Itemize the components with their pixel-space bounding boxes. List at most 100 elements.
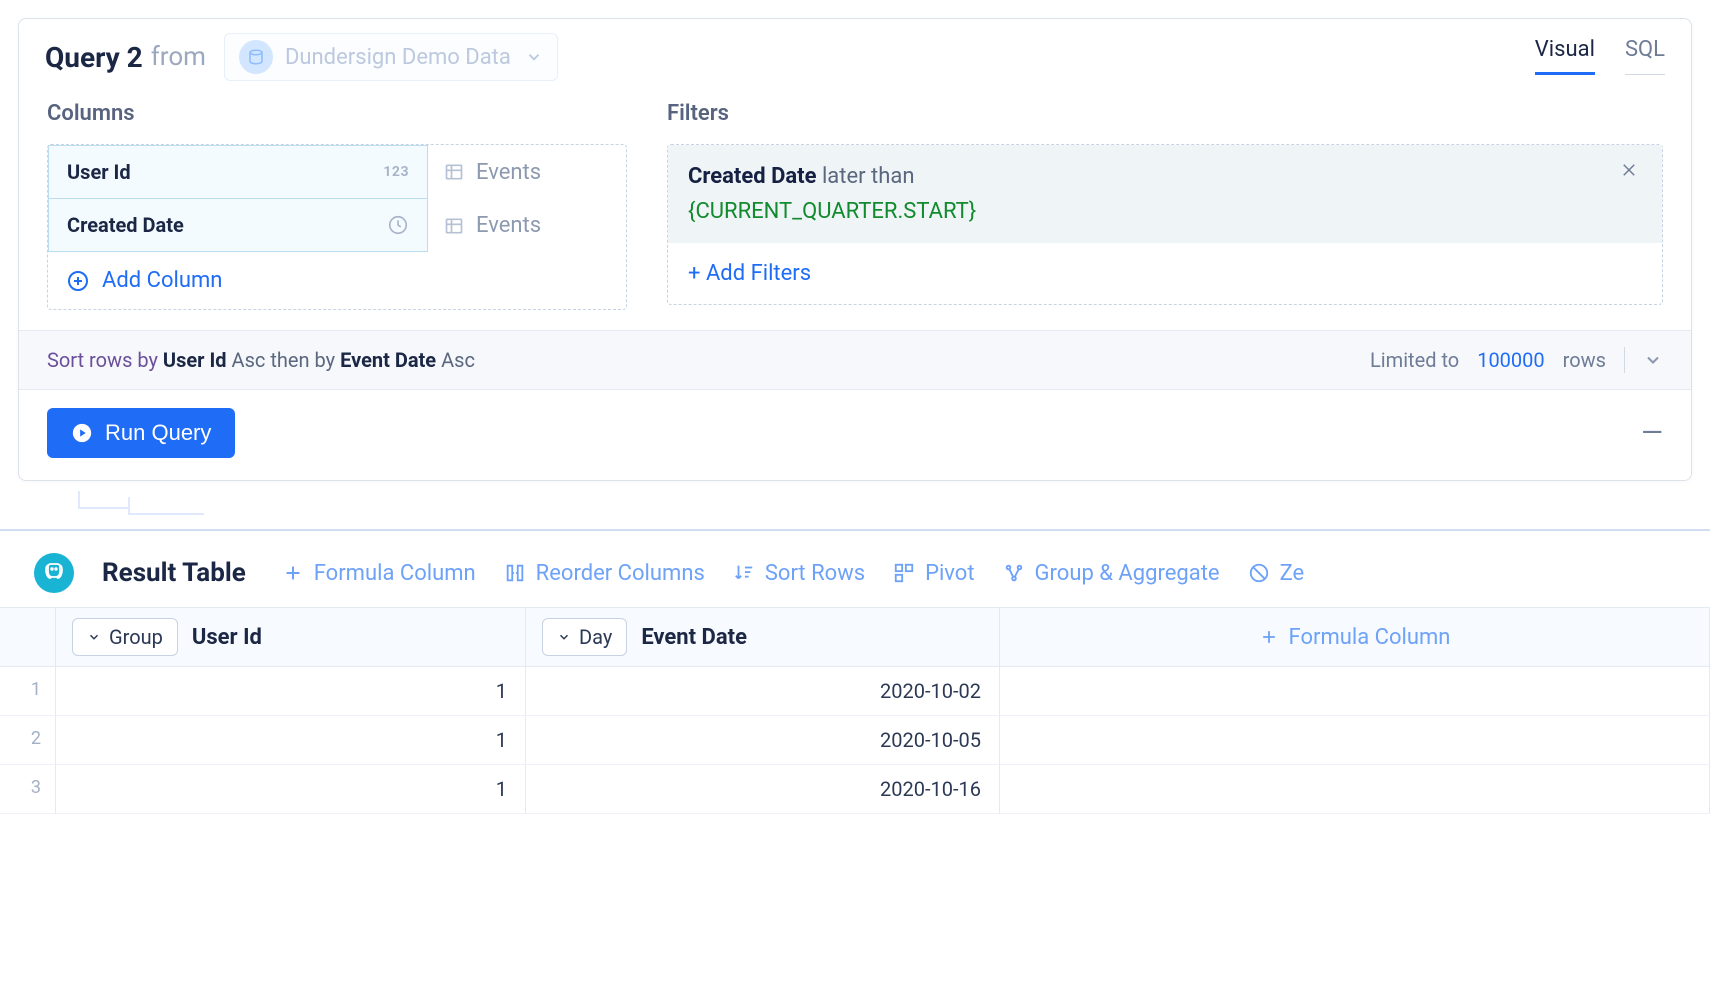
limit-suffix: rows (1563, 348, 1606, 372)
tab-sql[interactable]: SQL (1625, 37, 1665, 75)
cell-user-id: 1 (56, 716, 526, 764)
group-aggregate-button[interactable]: Group & Aggregate (1003, 561, 1220, 586)
row-number: 1 (0, 667, 56, 715)
add-formula-column-button[interactable]: Formula Column (1259, 625, 1451, 650)
pill-label: Group (109, 625, 163, 649)
sort-field-1: User Id (163, 348, 227, 372)
from-label: from (151, 42, 206, 72)
data-source-name: Dundersign Demo Data (285, 45, 511, 70)
add-column-button[interactable]: Add Column (48, 252, 428, 309)
group-selector[interactable]: Group (72, 618, 178, 656)
filters-box: Created Date later than {CURRENT_QUARTER… (667, 144, 1663, 305)
sort-then: then by (270, 348, 335, 372)
toolbar-label: Reorder Columns (536, 561, 705, 586)
query-builder-card: Query 2 from Dundersign Demo Data Visual… (18, 18, 1692, 481)
column-cell: User Id 123 (48, 145, 428, 199)
formula-col-label: Formula Column (1289, 625, 1451, 650)
postgres-icon (34, 553, 74, 593)
tab-visual[interactable]: Visual (1535, 37, 1595, 75)
limit-value[interactable]: 100000 (1477, 348, 1544, 372)
cell-event-date: 2020-10-05 (526, 716, 1000, 764)
query-title[interactable]: Query 2 (45, 41, 143, 74)
query-body: Columns User Id 123 Events (19, 89, 1691, 330)
formula-column-button[interactable]: Formula Column (282, 561, 476, 586)
column-header-label: Event Date (641, 625, 747, 650)
play-icon (71, 422, 93, 444)
add-filter-button[interactable]: + Add Filters (668, 243, 1662, 304)
table-row[interactable]: 1 1 2020-10-02 (0, 667, 1710, 716)
filters-label: Filters (667, 101, 1663, 126)
columns-section: Columns User Id 123 Events (47, 101, 627, 310)
query-mode-tabs: Visual SQL (1535, 33, 1665, 75)
column-source-name: Events (476, 213, 541, 238)
table-row[interactable]: 3 1 2020-10-16 (0, 765, 1710, 814)
cell-user-id: 1 (56, 765, 526, 813)
toolbar-label: Group & Aggregate (1035, 561, 1220, 586)
table-icon (444, 216, 464, 236)
pill-label: Day (579, 625, 612, 649)
result-area: Result Table Formula Column Reorder Colu… (0, 529, 1710, 814)
result-grid: Group User Id Day Event Date Formula Col… (0, 607, 1710, 814)
run-bar: Run Query — (19, 389, 1691, 480)
clock-type-icon (387, 214, 409, 236)
ze-button[interactable]: Ze (1248, 561, 1305, 586)
column-name: User Id (67, 160, 131, 184)
columns-box: User Id 123 Events Created Date (47, 144, 627, 310)
filter-field: Created Date (688, 164, 816, 189)
row-number-header (0, 608, 56, 666)
column-source: Events (428, 213, 626, 238)
sort-dir-1: Asc (232, 348, 266, 372)
query-header: Query 2 from Dundersign Demo Data Visual… (19, 19, 1691, 89)
sort-dir-2: Asc (441, 348, 475, 372)
limit-prefix: Limited to (1370, 348, 1459, 372)
filter-value: {CURRENT_QUARTER.START} (688, 194, 976, 229)
day-selector[interactable]: Day (542, 618, 627, 656)
sort-description: Sort rows by User Id Asc then by Event D… (47, 348, 475, 372)
filter-item[interactable]: Created Date later than {CURRENT_QUARTER… (668, 145, 1662, 243)
minimize-button[interactable]: — (1641, 419, 1663, 447)
result-header: Result Table Formula Column Reorder Colu… (0, 531, 1710, 607)
toolbar-label: Pivot (925, 561, 974, 586)
result-title: Result Table (102, 558, 246, 588)
sort-field-2: Event Date (340, 348, 436, 372)
expand-sort-button[interactable] (1643, 350, 1663, 370)
plus-circle-icon (66, 269, 90, 293)
cell-empty (1000, 765, 1710, 813)
toolbar-label: Ze (1280, 561, 1305, 586)
toolbar-label: Formula Column (314, 561, 476, 586)
pivot-button[interactable]: Pivot (893, 561, 974, 586)
column-header-event-date: Day Event Date (526, 608, 1000, 666)
cell-empty (1000, 667, 1710, 715)
columns-label: Columns (47, 101, 627, 126)
background-chart-preview (18, 489, 1692, 517)
cell-event-date: 2020-10-16 (526, 765, 1000, 813)
row-number: 3 (0, 765, 56, 813)
column-item[interactable]: Created Date Events (48, 199, 626, 252)
sort-lead: Sort rows by (47, 348, 158, 372)
column-cell: Created Date (48, 199, 428, 252)
filter-operator: later than (822, 164, 915, 189)
column-item[interactable]: User Id 123 Events (48, 145, 626, 199)
table-icon (444, 162, 464, 182)
data-source-selector[interactable]: Dundersign Demo Data (224, 33, 558, 81)
result-grid-header: Group User Id Day Event Date Formula Col… (0, 608, 1710, 667)
database-icon (239, 40, 273, 74)
reorder-columns-button[interactable]: Reorder Columns (504, 561, 705, 586)
remove-filter-button[interactable] (1616, 159, 1642, 181)
sort-limit-bar[interactable]: Sort rows by User Id Asc then by Event D… (19, 330, 1691, 389)
run-query-button[interactable]: Run Query (47, 408, 235, 458)
toolbar-label: Sort Rows (765, 561, 865, 586)
cell-user-id: 1 (56, 667, 526, 715)
limit-area: Limited to 100000 rows (1370, 347, 1663, 373)
chevron-down-icon (525, 48, 543, 66)
sort-rows-button[interactable]: Sort Rows (733, 561, 865, 586)
column-source: Events (428, 160, 626, 185)
filters-section: Filters Created Date later than {CURRENT… (667, 101, 1663, 310)
column-source-name: Events (476, 160, 541, 185)
column-header-formula: Formula Column (1000, 608, 1710, 666)
column-header-label: User Id (192, 625, 262, 650)
table-row[interactable]: 2 1 2020-10-05 (0, 716, 1710, 765)
cell-event-date: 2020-10-02 (526, 667, 1000, 715)
column-name: Created Date (67, 213, 184, 237)
row-number: 2 (0, 716, 56, 764)
